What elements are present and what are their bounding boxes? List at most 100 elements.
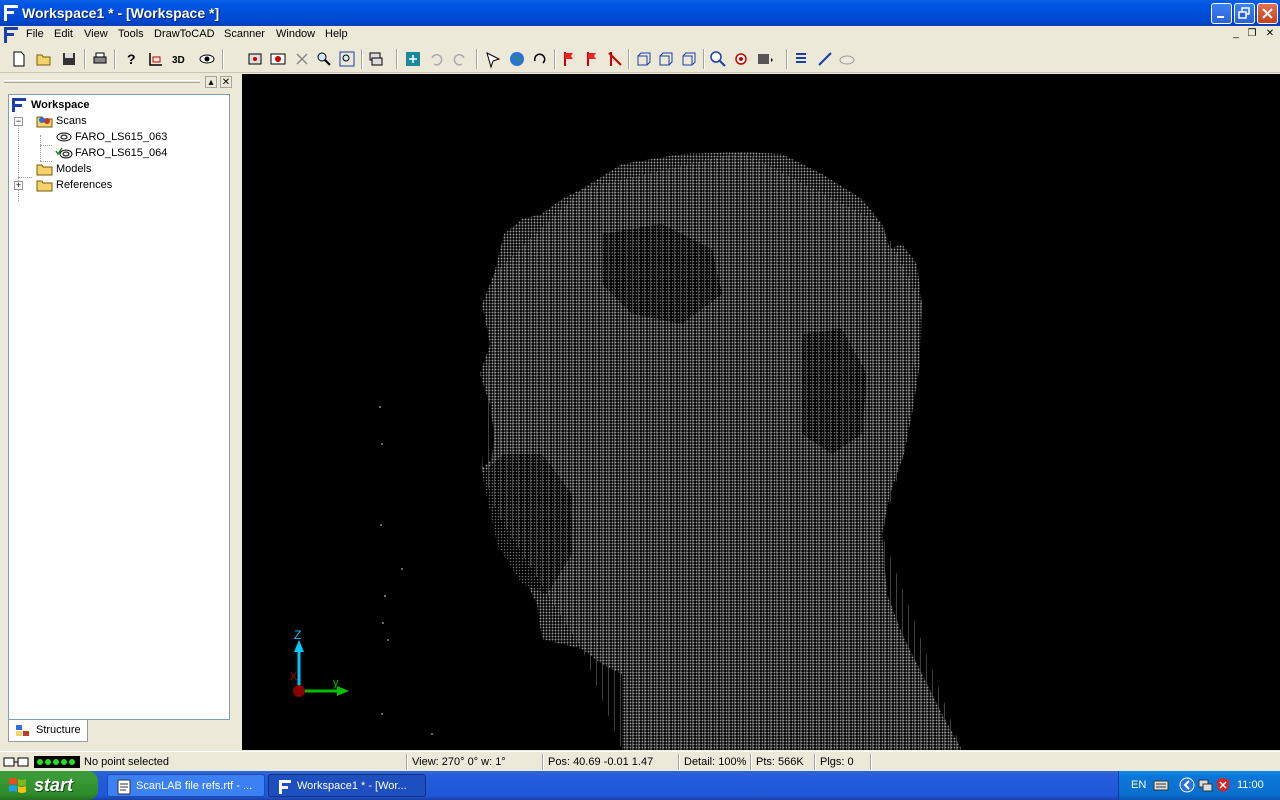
task-label: Workspace1 * - [Wor... (297, 780, 407, 792)
redo-icon[interactable] (450, 49, 470, 69)
scan-name: FARO_LS615_063 (75, 131, 168, 143)
menu-bar: File Edit View Tools DrawToCAD Scanner W… (0, 26, 1280, 44)
scans-folder-icon (36, 116, 53, 128)
references-expand-toggle[interactable]: + (14, 181, 23, 190)
help-icon[interactable]: ? (121, 49, 141, 69)
menu-drawtocad[interactable]: DrawToCAD (154, 28, 215, 40)
camera-icon[interactable] (268, 49, 288, 69)
back-arrow-icon[interactable] (1179, 777, 1195, 793)
menu-file[interactable]: File (26, 28, 44, 40)
x-axis-label: X (290, 671, 298, 683)
menu-scanner[interactable]: Scanner (224, 28, 265, 40)
workspace-label: Workspace (31, 99, 90, 111)
start-button[interactable]: start (0, 771, 98, 800)
save-icon[interactable] (59, 49, 79, 69)
start-label: start (34, 775, 74, 795)
task-label: ScanLAB file refs.rtf - ... (136, 780, 253, 792)
scan-icon[interactable] (245, 49, 265, 69)
status-message: No point selected (84, 756, 169, 768)
box-top-icon[interactable] (679, 49, 699, 69)
move-icon[interactable] (403, 49, 423, 69)
folder-icon (36, 164, 53, 176)
list-icon[interactable] (791, 49, 811, 69)
stray-points (379, 406, 433, 735)
menu-tools[interactable]: Tools (118, 28, 144, 40)
mdi-restore-button[interactable]: ❐ (1245, 28, 1259, 41)
minimize-button[interactable] (1211, 3, 1232, 24)
system-tray: EN 11:00 (1118, 771, 1280, 800)
flag-remove-icon[interactable] (605, 49, 625, 69)
cloud-icon[interactable] (837, 49, 857, 69)
measure-icon[interactable] (146, 49, 166, 69)
look-icon[interactable] (731, 49, 751, 69)
folder-icon (36, 180, 53, 192)
new-icon[interactable] (9, 49, 29, 69)
3d-label-icon[interactable]: 3D (170, 49, 190, 69)
menu-edit[interactable]: Edit (54, 28, 73, 40)
network-tray-icon[interactable] (1197, 777, 1213, 793)
status-bar: No point selected View: 270° 0° w: 1° Po… (0, 751, 1280, 771)
close-button[interactable] (1257, 3, 1278, 24)
faro-app-icon (279, 780, 291, 794)
globe-icon[interactable] (507, 49, 527, 69)
keyboard-icon[interactable] (1153, 777, 1169, 793)
security-shield-icon[interactable] (1215, 777, 1231, 793)
windows-logo-icon (9, 778, 26, 793)
panel-close-button[interactable]: ✕ (220, 76, 232, 88)
scans-collapse-toggle[interactable]: − (14, 117, 23, 126)
eye-icon[interactable] (197, 49, 217, 69)
clock: 11:00 (1237, 779, 1264, 791)
status-view: View: 270° 0° w: 1° (412, 756, 506, 768)
print-icon[interactable] (90, 49, 110, 69)
line-icon[interactable] (815, 49, 835, 69)
title-bar[interactable]: Workspace1 * - [Workspace *] (0, 0, 1280, 26)
language-indicator[interactable]: EN (1131, 779, 1146, 791)
menu-view[interactable]: View (84, 28, 108, 40)
toolbar: ? 3D (0, 45, 1280, 73)
faro-document-icon (4, 27, 18, 43)
zoom-window-icon[interactable] (337, 49, 357, 69)
grid-icon[interactable] (755, 49, 775, 69)
mdi-minimize-button[interactable]: _ (1229, 28, 1243, 41)
restore-button[interactable] (1234, 3, 1255, 24)
menu-window[interactable]: Window (276, 28, 315, 40)
scan-point-cloud-icon (56, 132, 72, 142)
taskbar: start ScanLAB file refs.rtf - ... Worksp… (0, 771, 1280, 800)
status-detail: Detail: 100% (684, 756, 747, 768)
window-title: Workspace1 * - [Workspace *] (22, 5, 220, 21)
tab-structure[interactable]: Structure (8, 720, 88, 742)
svg-text:3D: 3D (172, 55, 185, 66)
select-icon[interactable] (483, 49, 503, 69)
menu-help[interactable]: Help (325, 28, 348, 40)
flag-icon[interactable] (559, 49, 579, 69)
box-front-icon[interactable] (634, 49, 654, 69)
network-icon (3, 757, 29, 767)
mdi-close-button[interactable]: ✕ (1263, 28, 1277, 41)
panel-collapse-button[interactable]: ▴ (205, 76, 217, 88)
workspace-tree[interactable]: Workspace − Scans FARO_LS615_063 FARO_LS… (8, 94, 230, 720)
z-axis-label: Z (294, 628, 301, 642)
panel-grip[interactable] (4, 80, 200, 83)
scan-point-cloud-icon (55, 147, 73, 159)
layers-icon[interactable] (366, 49, 386, 69)
zoom-in-icon[interactable] (708, 49, 728, 69)
status-polygons: Plgs: 0 (820, 756, 854, 768)
undo-icon[interactable] (426, 49, 446, 69)
3d-viewport[interactable]: Z y X (242, 74, 1280, 750)
scan-name: FARO_LS615_064 (75, 147, 168, 159)
connection-indicator (34, 756, 80, 768)
zoom-fit-icon[interactable] (314, 49, 334, 69)
taskbar-item-workspace[interactable]: Workspace1 * - [Wor... (268, 774, 426, 797)
y-axis-arrow (337, 686, 349, 696)
cut-icon[interactable] (292, 49, 312, 69)
status-points: Pts: 566K (756, 756, 804, 768)
wordpad-doc-icon (117, 779, 131, 795)
open-icon[interactable] (34, 49, 54, 69)
models-label: Models (56, 163, 92, 175)
axis-gizmo: Z y X (290, 628, 349, 697)
tab-structure-label: Structure (36, 724, 81, 736)
taskbar-item-scanlab[interactable]: ScanLAB file refs.rtf - ... (107, 774, 265, 797)
rotate-icon[interactable] (530, 49, 550, 69)
box-side-icon[interactable] (656, 49, 676, 69)
flag-add-icon[interactable] (582, 49, 602, 69)
